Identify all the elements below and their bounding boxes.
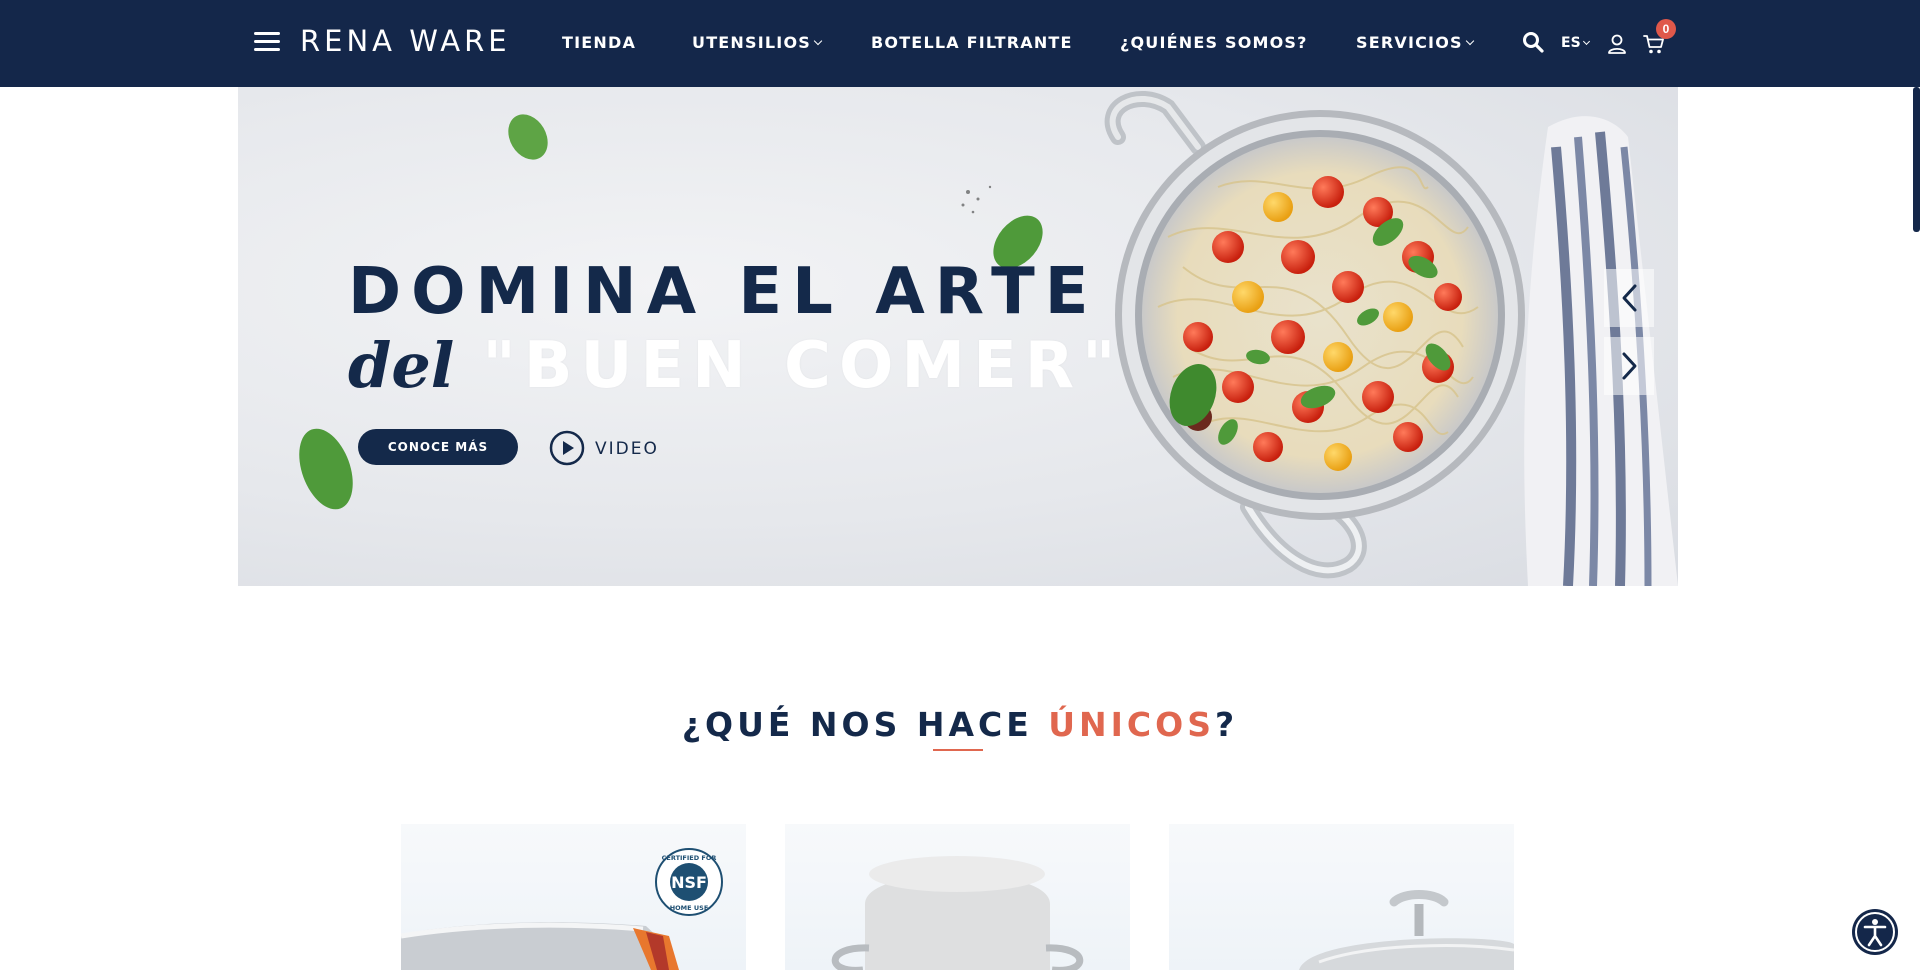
chevron-down-icon	[1465, 36, 1474, 46]
hero-title-buen-comer: "BUEN COMER"	[482, 329, 1124, 403]
video-label: VIDEO	[595, 439, 659, 459]
play-icon	[549, 430, 585, 466]
nav-item-label: UTENSILIOS	[692, 33, 811, 52]
lid-valve-image	[1299, 890, 1514, 970]
section-title-part-1: ¿QUÉ NOS HACE	[681, 705, 1049, 744]
user-icon[interactable]	[1606, 33, 1628, 55]
brand-logo[interactable]: RENA WARE	[300, 24, 511, 58]
nav-item-tienda[interactable]: TIENDA	[562, 33, 636, 52]
language-selector[interactable]: ES	[1561, 35, 1590, 51]
section-title-underline	[933, 749, 983, 751]
hero-title-line-1: DOMINA EL ARTE	[348, 255, 1099, 329]
menu-icon[interactable]	[254, 30, 280, 54]
nav-item-label: BOTELLA FILTRANTE	[871, 33, 1073, 52]
loose-leaf	[508, 114, 548, 160]
chevron-down-icon	[1582, 37, 1590, 46]
striped-towel	[1524, 116, 1678, 586]
hero-slider: DOMINA EL ARTE del "BUEN COMER" CONOCE MÁ…	[238, 87, 1678, 586]
cart-count-badge: 0	[1656, 19, 1676, 39]
slider-prev-button[interactable]	[1604, 269, 1654, 327]
nav-item-label: SERVICIOS	[1356, 33, 1463, 52]
nav-item-label: TIENDA	[562, 33, 637, 52]
nsf-badge-top: CERTIFIED FOR	[662, 854, 717, 862]
language-label: ES	[1561, 35, 1581, 51]
section-title-accent: ÚNICOS	[1048, 705, 1215, 744]
nsf-badge-center: NSF	[671, 873, 707, 892]
accessibility-icon[interactable]	[1851, 908, 1899, 956]
stock-pot-image	[831, 856, 1084, 970]
chevron-down-icon	[813, 36, 823, 46]
section-title: ¿QUÉ NOS HACE ÚNICOS?	[0, 705, 1920, 744]
conoce-mas-button[interactable]: CONOCE MÁS	[358, 429, 518, 465]
hero-title-del: del	[348, 329, 455, 402]
feature-card-lid-valve[interactable]	[1169, 824, 1514, 970]
chevron-left-icon	[1622, 284, 1637, 312]
slider-next-button[interactable]	[1604, 337, 1654, 395]
hero-title-line-2: del "BUEN COMER"	[348, 329, 1123, 403]
page-scrollbar[interactable]	[1913, 87, 1920, 232]
feature-card-pot[interactable]	[785, 824, 1130, 970]
nav-item-utensilios[interactable]: UTENSILIOS	[692, 33, 823, 52]
nsf-certified-badge: NSF CERTIFIED FOR HOME USE	[655, 848, 723, 916]
section-title-part-2: ?	[1214, 705, 1239, 744]
nsf-badge-bottom: HOME USE	[670, 904, 709, 912]
nav-item-servicios[interactable]: SERVICIOS	[1356, 33, 1474, 52]
top-navbar: RENA WARE TIENDA UTENSILIOS BOTELLA FILT…	[0, 0, 1920, 87]
nav-item-label: ¿QUIÉNES SOMOS?	[1120, 33, 1308, 52]
chevron-right-icon	[1622, 352, 1637, 380]
loose-leaf	[299, 428, 353, 510]
nav-item-botella-filtrante[interactable]: BOTELLA FILTRANTE	[871, 33, 1073, 52]
nav-item-quienes-somos[interactable]: ¿QUIÉNES SOMOS?	[1120, 33, 1308, 52]
feature-card-nsf[interactable]: NSF CERTIFIED FOR HOME USE	[401, 824, 746, 970]
search-icon[interactable]	[1522, 31, 1544, 53]
